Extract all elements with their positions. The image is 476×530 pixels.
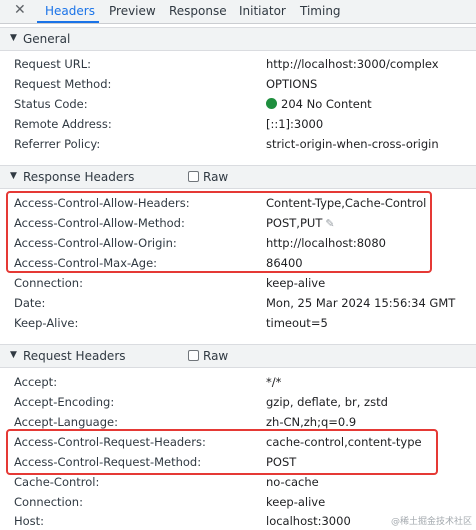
- header-value[interactable]: strict-origin-when-cross-origin: [266, 137, 439, 151]
- header-value[interactable]: OPTIONS: [266, 77, 317, 91]
- header-key: Request Method:: [14, 77, 112, 91]
- header-key: Request URL:: [14, 57, 92, 71]
- close-icon[interactable]: ✕: [14, 2, 26, 18]
- request-header-row: Accept: */*: [0, 372, 476, 392]
- header-value[interactable]: zh-CN,zh;q=0.9: [266, 415, 356, 429]
- header-value[interactable]: */*: [266, 375, 281, 389]
- status-text: 204 No Content: [281, 97, 372, 111]
- cors-response-highlight: [6, 191, 432, 273]
- response-header-row: Date: Mon, 25 Mar 2024 15:56:34 GMT: [0, 293, 476, 313]
- header-key: Accept:: [14, 375, 58, 389]
- response-headers-section-header[interactable]: ▼ Response Headers Raw: [0, 165, 476, 189]
- request-header-row: Cache-Control: no-cache: [0, 472, 476, 492]
- tab-preview[interactable]: Preview: [109, 4, 156, 18]
- response-header-row: Keep-Alive: timeout=5: [0, 313, 476, 333]
- header-key: Status Code:: [14, 97, 88, 111]
- header-value[interactable]: timeout=5: [266, 316, 328, 330]
- section-title: Request Headers: [23, 349, 126, 363]
- header-key: Accept-Encoding:: [14, 395, 115, 409]
- header-value[interactable]: http://localhost:3000/complex: [266, 57, 439, 71]
- header-key: Connection:: [14, 495, 83, 509]
- header-value[interactable]: gzip, deflate, br, zstd: [266, 395, 388, 409]
- header-value[interactable]: no-cache: [266, 475, 319, 489]
- raw-label[interactable]: Raw: [203, 170, 228, 184]
- triangle-down-icon: ▼: [10, 33, 17, 43]
- header-key: Remote Address:: [14, 117, 112, 131]
- general-section-header[interactable]: ▼ General: [0, 27, 476, 51]
- tab-headers[interactable]: Headers: [45, 4, 95, 18]
- header-value[interactable]: Mon, 25 Mar 2024 15:56:34 GMT: [266, 296, 455, 310]
- triangle-down-icon: ▼: [10, 350, 17, 360]
- request-header-row: Accept-Encoding: gzip, deflate, br, zstd: [0, 392, 476, 412]
- active-tab-indicator: [37, 21, 99, 23]
- header-value[interactable]: [::1]:3000: [266, 117, 323, 131]
- header-key: Host:: [14, 514, 45, 528]
- tab-timing[interactable]: Timing: [300, 4, 341, 18]
- devtools-tabbar: ✕ Headers Preview Response Initiator Tim…: [0, 0, 476, 24]
- section-title: General: [23, 32, 71, 46]
- response-header-row: Connection: keep-alive: [0, 273, 476, 293]
- general-row: Referrer Policy: strict-origin-when-cros…: [0, 134, 476, 154]
- header-value[interactable]: keep-alive: [266, 276, 325, 290]
- request-headers-section-header[interactable]: ▼ Request Headers Raw: [0, 344, 476, 368]
- header-value[interactable]: localhost:3000: [266, 514, 351, 528]
- section-title: Response Headers: [23, 170, 135, 184]
- general-row: Status Code: 204 No Content: [0, 94, 476, 114]
- watermark: @稀土掘金技术社区: [390, 517, 472, 527]
- header-value[interactable]: keep-alive: [266, 495, 325, 509]
- raw-checkbox[interactable]: [188, 171, 199, 182]
- header-key: Accept-Language:: [14, 415, 118, 429]
- status-ok-icon: [266, 98, 277, 109]
- header-key: Referrer Policy:: [14, 137, 101, 151]
- header-key: Date:: [14, 296, 46, 310]
- cors-request-highlight: [6, 429, 438, 475]
- tab-response[interactable]: Response: [169, 4, 227, 18]
- header-key: Connection:: [14, 276, 83, 290]
- status-code-value[interactable]: 204 No Content: [266, 97, 372, 111]
- tab-initiator[interactable]: Initiator: [239, 4, 286, 18]
- header-key: Cache-Control:: [14, 475, 100, 489]
- request-header-row: Connection: keep-alive: [0, 492, 476, 512]
- header-key: Keep-Alive:: [14, 316, 79, 330]
- raw-checkbox[interactable]: [188, 350, 199, 361]
- general-row: Request URL: http://localhost:3000/compl…: [0, 54, 476, 74]
- general-row: Request Method: OPTIONS: [0, 74, 476, 94]
- triangle-down-icon: ▼: [10, 171, 17, 181]
- general-row: Remote Address: [::1]:3000: [0, 114, 476, 134]
- raw-label[interactable]: Raw: [203, 349, 228, 363]
